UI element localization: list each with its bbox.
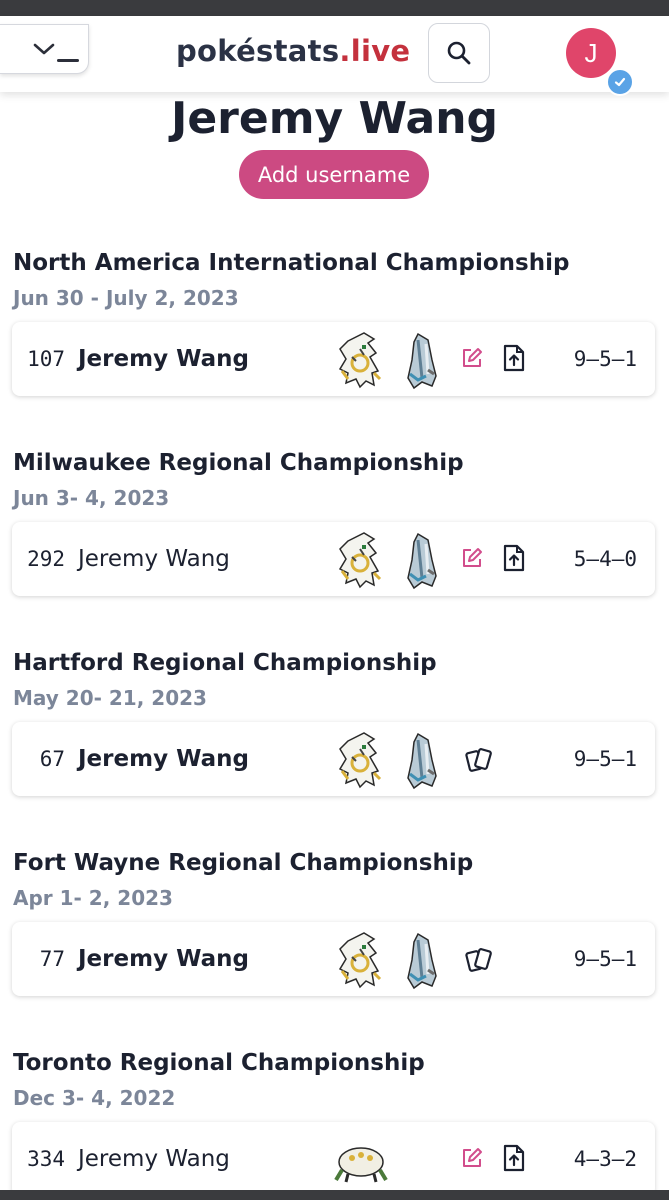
edit-icon[interactable] (460, 546, 484, 575)
duraludon-sprite (400, 330, 442, 390)
duraludon-sprite (400, 930, 442, 990)
placement: 292 (27, 547, 65, 571)
player-name: Jeremy Wang (78, 546, 230, 572)
arceus-sprite (334, 929, 386, 989)
match-record: 9–5–1 (573, 747, 637, 771)
bottom-bar (0, 1190, 669, 1200)
player-name: Jeremy Wang (78, 1146, 230, 1172)
match-record: 5–4–0 (573, 547, 637, 571)
regigigas-sprite (332, 1140, 390, 1184)
player-name: Jeremy Wang (78, 946, 249, 972)
tournament-section: North America International Championship… (0, 250, 669, 400)
result-card[interactable]: 334 Jeremy Wang 4–3–2 (12, 1122, 655, 1196)
chevron-down-icon (33, 43, 55, 55)
status-bar (0, 0, 669, 16)
upload-icon[interactable] (502, 1144, 526, 1177)
search-button[interactable] (428, 23, 490, 83)
add-username-button[interactable]: Add username (239, 150, 429, 199)
cards-icon[interactable] (465, 945, 495, 980)
player-name-heading: Jeremy Wang (170, 93, 499, 144)
placement: 67 (39, 747, 65, 771)
placement: 107 (27, 347, 65, 371)
tournament-title[interactable]: Milwaukee Regional Championship (13, 450, 464, 476)
player-name: Jeremy Wang (78, 746, 249, 772)
duraludon-sprite (400, 730, 442, 790)
tournament-date: Dec 3- 4, 2022 (13, 1086, 176, 1110)
edit-icon[interactable] (460, 346, 484, 375)
upload-icon[interactable] (502, 344, 526, 377)
result-card[interactable]: 67 Jeremy Wang 9–5–1 (12, 722, 655, 796)
brand-logo[interactable]: pokéstats.live (176, 34, 410, 68)
arceus-sprite (334, 729, 386, 789)
cards-icon[interactable] (465, 745, 495, 780)
arceus-sprite (334, 329, 386, 389)
tournament-title[interactable]: Toronto Regional Championship (13, 1050, 425, 1076)
tournament-section: Toronto Regional Championship Dec 3- 4, 2… (0, 1050, 669, 1200)
avatar[interactable]: J (566, 28, 616, 78)
placement: 77 (39, 947, 65, 971)
tournament-date: Apr 1- 2, 2023 (13, 886, 173, 910)
tournament-date: May 20- 21, 2023 (13, 686, 207, 710)
collapse-toggle[interactable] (0, 24, 89, 74)
edit-icon[interactable] (460, 1146, 484, 1175)
menu-icon[interactable] (57, 59, 79, 62)
tournament-section: Fort Wayne Regional Championship Apr 1- 2… (0, 850, 669, 1000)
tournament-section: Milwaukee Regional Championship Jun 3- 4,… (0, 450, 669, 600)
tournament-date: Jun 3- 4, 2023 (13, 486, 170, 510)
placement: 334 (27, 1147, 65, 1171)
result-card[interactable]: 77 Jeremy Wang 9–5–1 (12, 922, 655, 996)
result-card[interactable]: 107 Jeremy Wang 9–5–1 (12, 322, 655, 396)
duraludon-sprite (400, 530, 442, 590)
result-card[interactable]: 292 Jeremy Wang 5–4–0 (12, 522, 655, 596)
tournament-date: Jun 30 - July 2, 2023 (13, 286, 239, 310)
site-header: pokéstats.live J (0, 16, 669, 96)
upload-icon[interactable] (502, 544, 526, 577)
search-icon (447, 41, 471, 65)
match-record: 9–5–1 (573, 347, 637, 371)
brand-tld: .live (339, 34, 411, 68)
match-record: 4–3–2 (573, 1147, 637, 1171)
player-name: Jeremy Wang (78, 346, 249, 372)
brand-main: pokéstats (176, 34, 340, 68)
arceus-sprite (334, 529, 386, 589)
tournament-title[interactable]: Hartford Regional Championship (13, 650, 437, 676)
tournament-title[interactable]: Fort Wayne Regional Championship (13, 850, 473, 876)
tournament-section: Hartford Regional Championship May 20- 21… (0, 650, 669, 800)
match-record: 9–5–1 (573, 947, 637, 971)
tournament-title[interactable]: North America International Championship (13, 250, 569, 276)
